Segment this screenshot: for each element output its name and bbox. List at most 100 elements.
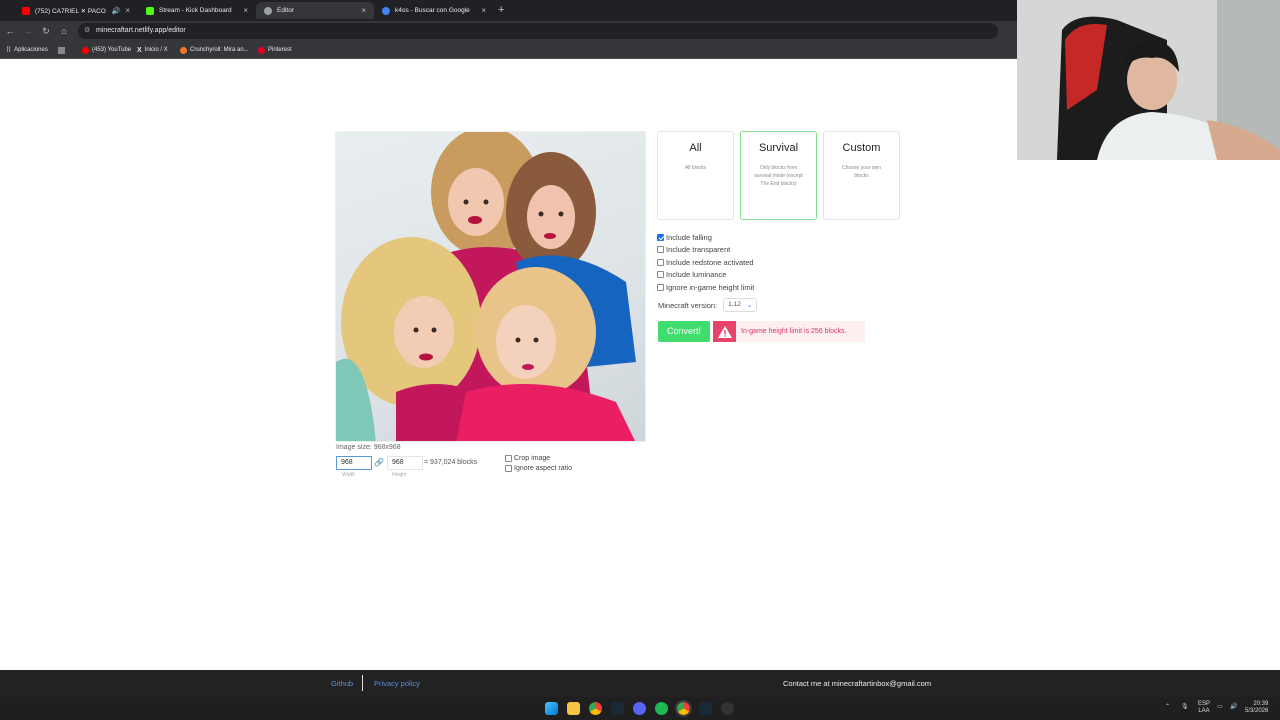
mode-card-survival[interactable]: Survival Only blocks from survival mode … [740,131,817,220]
include-redstone-checkbox[interactable] [657,258,664,266]
grid-icon [58,46,65,54]
chrome-active-icon[interactable] [675,700,692,717]
tab-title: k4os - Buscar con Google [395,7,470,14]
close-icon[interactable]: × [361,6,366,15]
chevron-up-icon[interactable]: ⌃ [1165,703,1170,710]
privacy-policy-link[interactable]: Privacy policy [374,679,420,688]
ignore-aspect-checkbox[interactable] [505,465,512,472]
option-include-redstone[interactable]: Include redstone activated [657,256,754,269]
close-icon[interactable]: × [243,6,248,15]
warning-icon [713,321,736,342]
site-info-icon[interactable]: ⚙ [84,23,90,39]
height-warning: In-game height limit is 256 blocks. [713,321,865,342]
clock[interactable]: 20:39 5/3/2026 [1245,701,1268,715]
windows-start-icon[interactable] [545,702,558,715]
mode-title: All [689,142,702,154]
back-icon[interactable]: ← [3,24,17,38]
tab-editor[interactable]: Editor × [256,2,374,19]
include-transparent-checkbox[interactable] [657,246,664,254]
home-icon[interactable]: ⌂ [57,24,71,38]
kick-icon [146,6,154,15]
close-icon[interactable]: × [481,6,486,15]
file-explorer-icon[interactable] [567,702,580,715]
option-include-falling[interactable]: Include falling [657,231,754,244]
discord-icon[interactable] [633,702,646,715]
tab-google[interactable]: k4os - Buscar con Google × [374,2,494,19]
language-indicator[interactable]: ESP LAA [1198,701,1210,714]
bookmark-label: Inicio / X [144,47,168,53]
ignore-aspect-label: Ignore aspect ratio [514,465,572,472]
group-photo [336,132,636,441]
tab-kick[interactable]: Stream - Kick Dashboard × [138,2,256,19]
steam-icon-2[interactable] [699,702,712,715]
ignore-aspect-option[interactable]: Ignore aspect ratio [505,465,572,472]
option-label: Include falling [666,232,712,242]
mode-description: Choose your own blocks [842,165,881,179]
tab-youtube[interactable]: (752) CA7RIEL ✕ PACO AMOR... 🔊 × [14,2,138,19]
streamer-camera-feed [1017,0,1280,160]
warning-text: In-game height limit is 256 blocks. [741,328,847,335]
bookmark-pinterest[interactable]: Pinterest [258,44,292,56]
mode-description: All blocks [684,165,707,171]
pinterest-icon [258,46,265,54]
network-icon[interactable]: ▭ [1217,703,1223,710]
option-label: Ignore in-game height limit [666,282,755,292]
ignore-height-checkbox[interactable] [657,283,664,291]
option-label: Include transparent [666,245,731,255]
bookmark-apps[interactable]: ⠿ Aplicaciones [6,44,48,56]
microphone-icon[interactable]: 🎙 [1181,703,1189,710]
uploaded-image-preview [335,131,646,442]
image-size-label: Image size: 968x968 [336,444,401,451]
google-icon [382,6,390,15]
option-ignore-height[interactable]: Ignore in-game height limit [657,281,754,294]
clock-time: 20:39 [1253,701,1269,707]
option-include-luminance[interactable]: Include luminance [657,269,754,282]
chevron-down-icon: ⌄ [746,302,753,309]
include-falling-checkbox[interactable] [657,233,664,241]
mode-title: Custom [842,142,881,154]
width-input[interactable]: 968 [336,456,372,470]
bookmark-label: Crunchyroll: Mira an... [190,47,249,53]
blocks-count: = 937,024 blocks [424,459,478,466]
height-label: Height [392,472,407,478]
url-field[interactable]: ⚙ minecraftart.netlify.app/editor [78,23,998,39]
chrome-icon[interactable] [589,702,602,715]
mode-description: Only blocks from survival mode (except T… [754,165,803,187]
bookmark-label: Aplicaciones [14,47,48,53]
reload-icon[interactable]: ↻ [39,24,53,38]
spotify-icon[interactable] [655,702,668,715]
lang-code: ESP [1198,701,1211,707]
height-input[interactable]: 968 [387,456,423,470]
crop-image-checkbox[interactable] [505,455,512,462]
bookmark-crunchyroll[interactable]: Crunchyroll: Mira an... [180,44,249,56]
github-link[interactable]: Github [331,679,353,688]
x-icon: X [137,46,142,54]
version-label: Minecraft version: [658,300,718,310]
crop-image-option[interactable]: Crop image [505,455,550,462]
crop-image-label: Crop image [514,455,551,462]
mode-card-custom[interactable]: Custom Choose your own blocks [823,131,900,220]
option-include-transparent[interactable]: Include transparent [657,244,754,257]
include-luminance-checkbox[interactable] [657,271,664,279]
crunchyroll-icon [180,46,187,54]
mode-card-all[interactable]: All All blocks [657,131,734,220]
clock-date: 5/3/2026 [1245,707,1269,714]
close-icon[interactable]: × [125,6,130,15]
steam-icon[interactable] [611,702,624,715]
bookmark-x[interactable]: X Inicio / X [137,44,168,56]
url-text: minecraftart.netlify.app/editor [96,27,186,34]
youtube-icon [22,6,30,15]
version-select[interactable]: 1.12 ⌄ [723,298,758,312]
new-tab-icon[interactable]: + [498,4,504,16]
convert-button[interactable]: Convert! [658,321,710,342]
speaker-icon[interactable]: 🔊 [112,7,121,15]
settings-icon[interactable] [721,702,734,715]
forward-icon[interactable]: → [21,24,35,38]
link-icon[interactable]: 🔗 [374,458,384,467]
tab-title: Stream - Kick Dashboard [159,7,232,14]
bookmark-grid[interactable] [58,44,65,56]
apps-icon: ⠿ [6,47,12,54]
minecraft-version-row: Minecraft version: 1.12 ⌄ [658,298,758,312]
bookmark-youtube[interactable]: (453) YouTube [82,44,131,56]
volume-icon[interactable]: 🔊 [1230,703,1237,710]
